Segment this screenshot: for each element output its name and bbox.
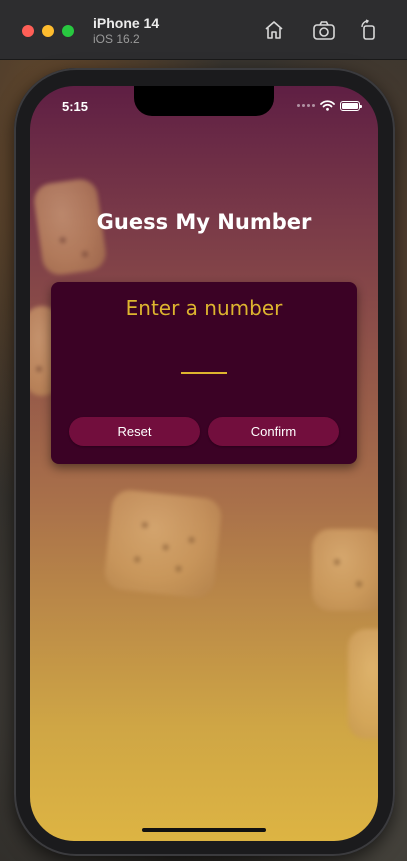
die-decoration [103,488,223,600]
number-input[interactable] [181,342,227,374]
os-version: iOS 16.2 [93,32,140,46]
input-card: Enter a number Reset Confirm [51,282,357,464]
cellular-dots-icon [297,104,315,107]
status-time: 5:15 [62,99,89,114]
device-name: iPhone 14 [93,15,160,31]
screenshot-icon[interactable] [312,18,336,42]
battery-icon [340,100,362,111]
wifi-icon [320,100,335,111]
confirm-button[interactable]: Confirm [208,417,339,446]
home-indicator[interactable] [142,828,266,832]
minimize-window-button[interactable] [42,25,54,37]
die-decoration [312,529,378,611]
status-icons [297,100,362,111]
rotate-icon[interactable] [357,18,381,42]
page-title: Guess My Number [96,210,312,234]
die-decoration [348,629,378,739]
simulator-titlebar: iPhone 14 iOS 16.2 [0,0,407,60]
card-heading: Enter a number [125,296,283,320]
zoom-window-button[interactable] [62,25,74,37]
battery-fill [342,102,358,109]
camera-notch [134,86,274,116]
home-icon[interactable] [262,18,286,42]
close-window-button[interactable] [22,25,34,37]
phone-screen: 5:15 Guess My Number Enter a number Rese… [30,86,378,841]
reset-button[interactable]: Reset [69,417,200,446]
